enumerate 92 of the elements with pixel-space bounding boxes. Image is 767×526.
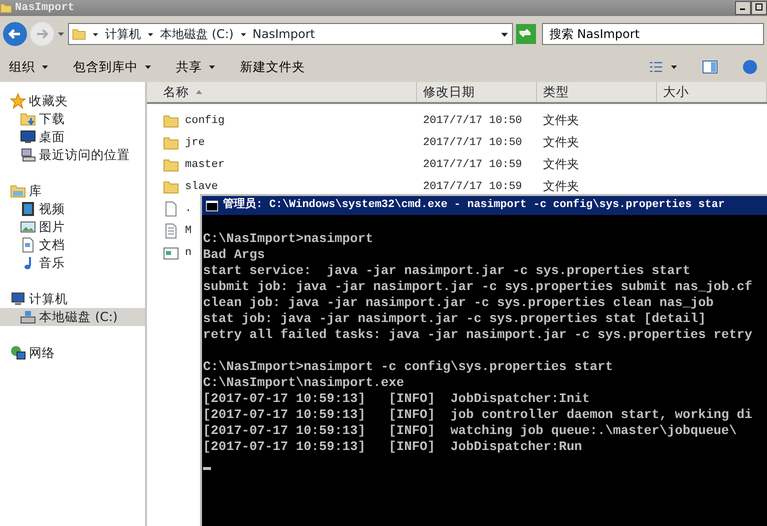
- folder-icon: [163, 179, 179, 195]
- sidebar-item[interactable]: 库: [0, 182, 145, 200]
- monitor-icon: [20, 129, 36, 145]
- sidebar-item[interactable]: 图片: [0, 218, 145, 236]
- caret-icon: [144, 63, 152, 71]
- console-line: clean job: java -jar nasimport.jar -c sys.properties clean nas_job: [203, 295, 715, 311]
- console-line: start service: java -jar nasimport.jar -c sys.properties start: [203, 263, 692, 279]
- date-cell: 2017/7/17 10:59: [423, 159, 522, 171]
- toolbar-button[interactable]: 组织: [3, 56, 55, 78]
- sidebar-item[interactable]: 桌面: [0, 128, 145, 146]
- caret-icon: [670, 63, 678, 71]
- column-header[interactable]: 名称: [147, 82, 417, 102]
- folder-icon: [163, 113, 179, 129]
- console-line: [2017-07-17 10:59:13] [INFO] JobDispatcher:Init: [203, 391, 591, 407]
- window-icon: [163, 245, 179, 261]
- library-folder-icon: [10, 183, 26, 199]
- globe-monitor-icon: [10, 345, 26, 361]
- maximize-button[interactable]: [751, 1, 767, 15]
- sidebar-item[interactable]: 文档: [0, 236, 145, 254]
- folder-arrow-icon: [20, 111, 36, 127]
- caret-icon: [240, 30, 247, 38]
- console-line: stat job: java -jar nasimport.jar -c sys.properties stat [detail]: [203, 311, 707, 327]
- file-name[interactable]: master: [185, 154, 225, 176]
- window-title: NasImport: [15, 1, 76, 16]
- date-cell: 2017/7/17 10:50: [423, 137, 522, 149]
- toolbar-button[interactable]: 包含到库中: [67, 56, 158, 78]
- search-field[interactable]: 搜索 NasImport: [542, 23, 764, 45]
- film-icon: [20, 201, 36, 217]
- address-field[interactable]: 计算机 本地磁盘 (C:) NasImport: [68, 23, 514, 45]
- column-header[interactable]: 大小: [657, 82, 767, 102]
- console-line: submit job: java -jar nasimport.jar -c sys.properties submit nas_job.cf: [203, 279, 754, 295]
- preview-pane-icon: [702, 59, 718, 76]
- maximize-icon: [755, 2, 763, 11]
- toolbar-button[interactable]: 新建文件夹: [234, 56, 311, 78]
- sidebar-item[interactable]: 收藏夹: [0, 92, 145, 110]
- file-name[interactable]: slave: [185, 176, 218, 198]
- console-line: C:\NasImport>nasimport: [203, 231, 374, 247]
- console-line: C:\NasImport\nasimport.exe: [203, 375, 406, 391]
- breadcrumb[interactable]: NasImport: [252, 25, 315, 43]
- sort-arrow-icon: [195, 88, 203, 96]
- sidebar-item[interactable]: 最近访问的位置: [0, 146, 145, 164]
- console-icon: [204, 200, 220, 212]
- refresh-button[interactable]: [516, 24, 536, 44]
- folder-icon: [72, 26, 86, 42]
- sidebar-item[interactable]: 计算机: [0, 290, 145, 308]
- sidebar-item[interactable]: 音乐: [0, 254, 145, 272]
- date-cell: 2017/7/17 10:50: [423, 115, 522, 127]
- column-header[interactable]: 类型: [537, 82, 657, 102]
- caret-icon: [56, 30, 65, 38]
- folder-icon: [163, 157, 179, 173]
- caret-icon: [208, 63, 216, 71]
- view-list-icon: [648, 60, 664, 74]
- document-icon: [20, 237, 36, 253]
- console-title: 管理员: C:\Windows\system32\cmd.exe - nasimport -c config\sys.properties star: [223, 197, 725, 213]
- folder-icon: [0, 1, 12, 15]
- minimize-button[interactable]: [735, 1, 751, 15]
- toolbar-button[interactable]: 共享: [170, 56, 222, 78]
- breadcrumb[interactable]: 本地磁盘 (C:): [160, 25, 234, 43]
- console-line: retry all failed tasks: java -jar nasimport.jar -c sys.properties retry: [203, 327, 754, 343]
- sidebar-item[interactable]: 下载: [0, 110, 145, 128]
- computer-icon: [20, 147, 36, 163]
- console-line: [2017-07-17 10:59:13] [INFO] watching job queue:.\master\jobqueue\: [203, 423, 738, 439]
- folder-icon: [163, 135, 179, 151]
- drive-icon: [20, 309, 36, 325]
- text-file-icon: [163, 223, 179, 239]
- console-line: [2017-07-17 10:59:13] [INFO] job controller daemon start, working di: [203, 407, 754, 423]
- type-cell: 文件夹: [543, 158, 579, 172]
- back-button[interactable]: [3, 22, 27, 46]
- blank-file-icon: [163, 201, 179, 217]
- sidebar-item[interactable]: 本地磁盘 (C:): [0, 308, 145, 326]
- star-icon: [10, 93, 26, 109]
- caret-icon: [146, 30, 154, 38]
- file-name[interactable]: n: [185, 242, 192, 264]
- computer-icon: [10, 291, 26, 307]
- caret-icon: [41, 63, 49, 71]
- type-cell: 文件夹: [543, 114, 579, 128]
- caret-icon: [92, 30, 99, 38]
- date-cell: 2017/7/17 10:59: [423, 181, 522, 193]
- type-cell: 文件夹: [543, 180, 579, 194]
- column-header[interactable]: 修改日期: [417, 82, 537, 102]
- file-name[interactable]: .: [185, 198, 192, 220]
- sidebar-item[interactable]: 网络: [0, 344, 145, 362]
- breadcrumb[interactable]: 计算机: [104, 25, 141, 43]
- sidebar-item[interactable]: 视频: [0, 200, 145, 218]
- picture-icon: [20, 219, 36, 235]
- file-name[interactable]: config: [185, 110, 225, 132]
- file-name[interactable]: jre: [185, 132, 205, 154]
- console-line: Bad Args: [203, 247, 266, 263]
- file-name[interactable]: M: [185, 220, 192, 242]
- console-line: [2017-07-17 10:59:13] [INFO] JobDispatcher:Run: [203, 439, 584, 455]
- type-cell: 文件夹: [543, 136, 579, 150]
- console-line: C:\NasImport>nasimport -c config\sys.properties start: [203, 359, 614, 375]
